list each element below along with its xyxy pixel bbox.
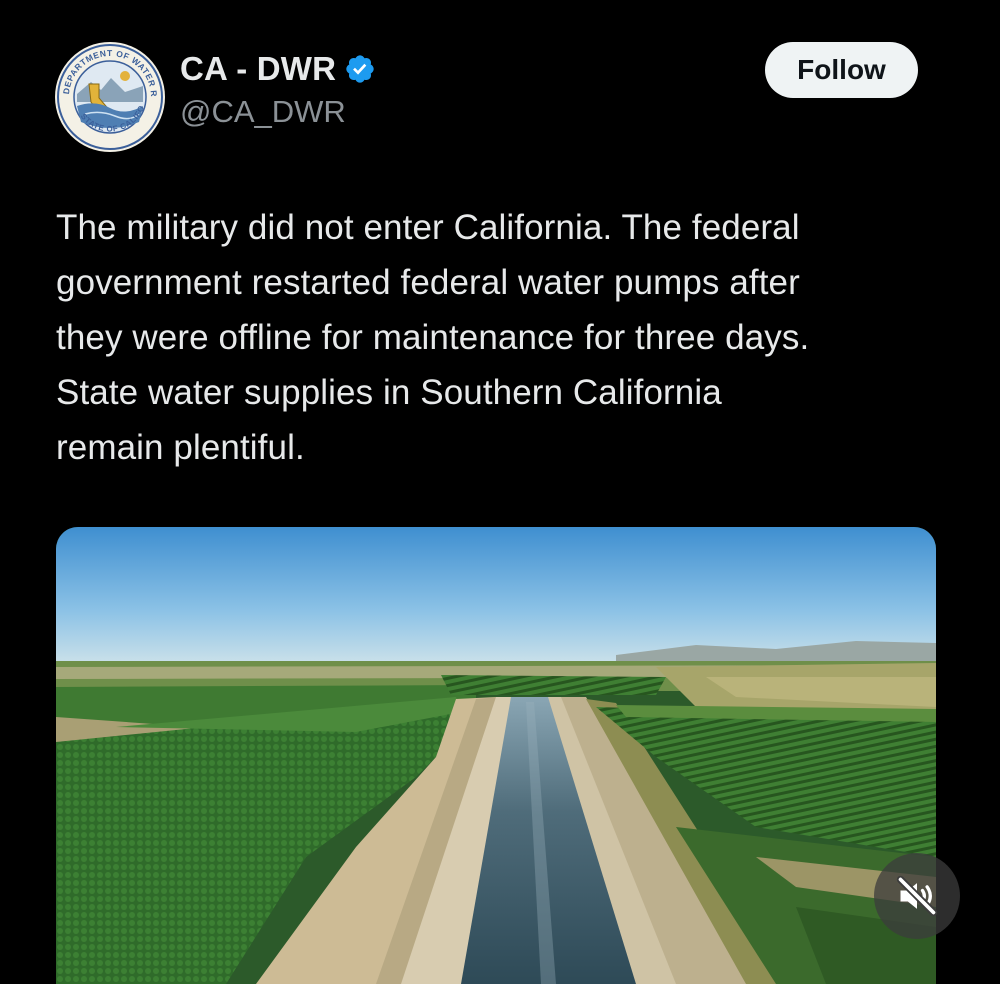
tweet-post: DEPARTMENT OF WATER RESOURCES STATE OF C… [0,0,1000,984]
mute-toggle-button[interactable] [874,853,960,939]
follow-button[interactable]: Follow [765,42,918,98]
department-of-water-resources-seal-icon: DEPARTMENT OF WATER RESOURCES STATE OF C… [55,42,164,151]
speaker-muted-icon [896,875,938,917]
author-name-row: CA - DWR [180,50,376,88]
tweet-text: The military did not enter California. T… [56,208,810,467]
author-handle[interactable]: @CA_DWR [180,94,346,130]
author-display-name[interactable]: CA - DWR [180,50,336,88]
avatar[interactable]: DEPARTMENT OF WATER RESOURCES STATE OF C… [55,42,165,152]
tweet-video[interactable] [56,527,936,984]
verified-badge-icon [346,55,374,83]
aqueduct-aerial-image [56,527,936,984]
